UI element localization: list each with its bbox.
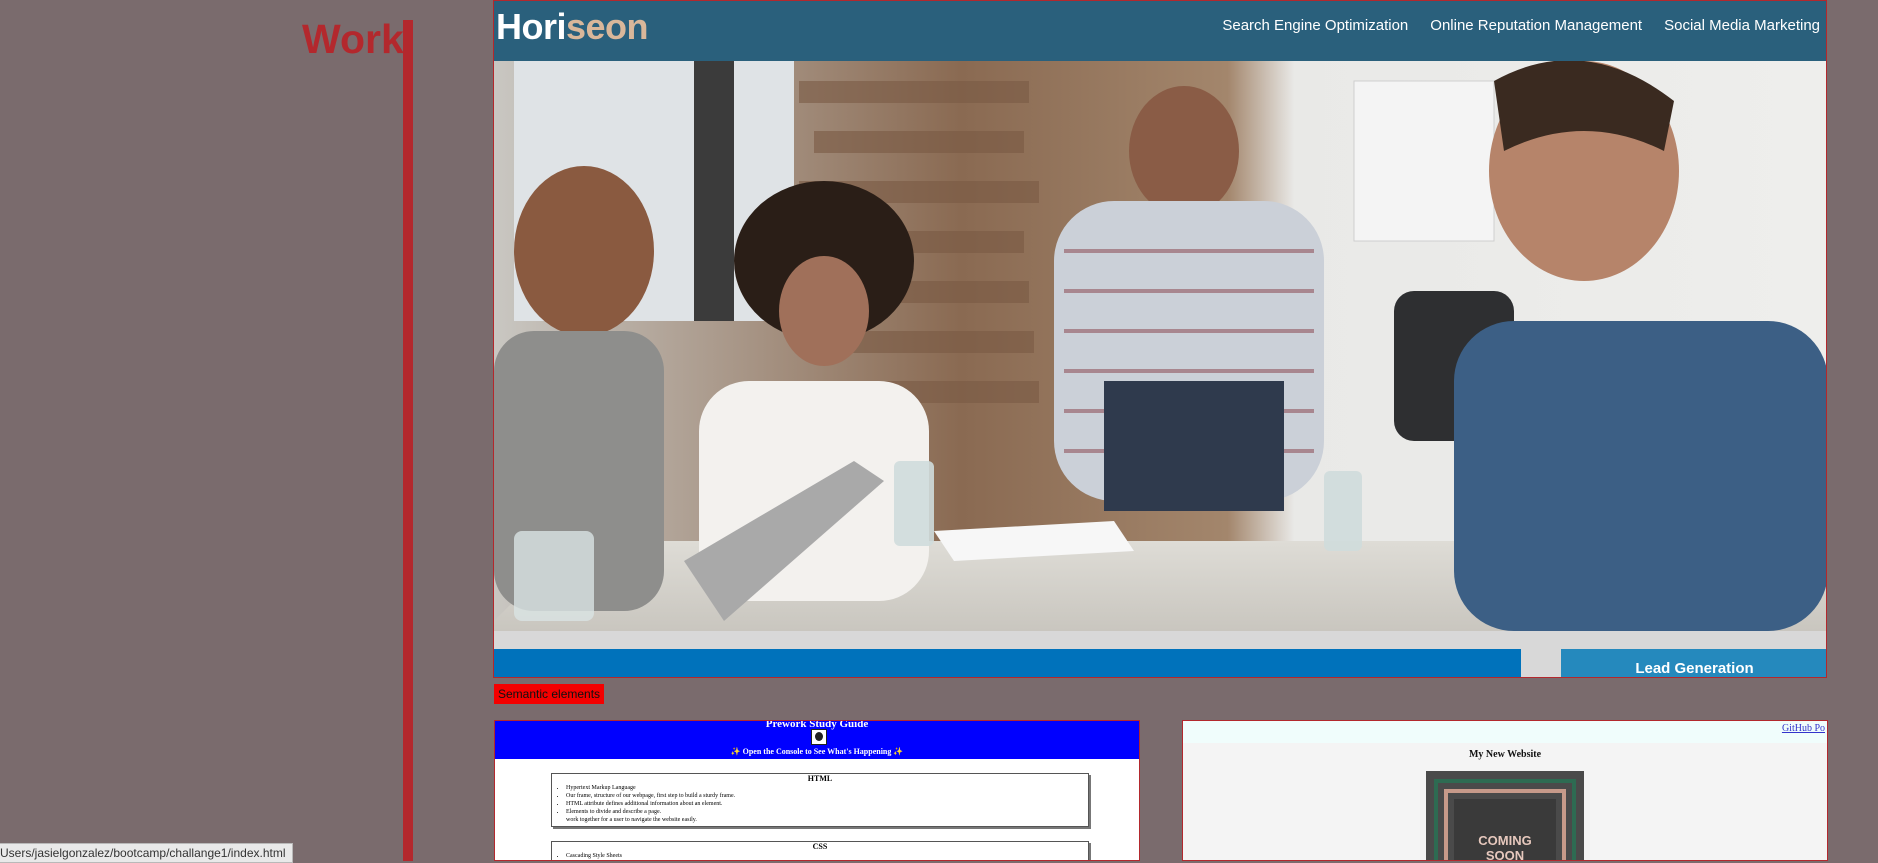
blue-strip	[494, 649, 1521, 677]
list-item: Cascading Style Sheets	[566, 852, 1088, 860]
prework-header: Prework Study Guide ✨ Open the Console t…	[495, 721, 1139, 759]
lead-generation-tab[interactable]: Lead Generation	[1561, 649, 1826, 677]
github-link[interactable]: GitHub Po	[1782, 723, 1825, 734]
nav-reputation[interactable]: Online Reputation Management	[1430, 17, 1642, 34]
html-heading: HTML	[807, 774, 833, 783]
section-title: Work	[302, 16, 404, 62]
horiseon-nav: Search Engine Optimization Online Reputa…	[1222, 17, 1820, 34]
hero-photo-meeting	[494, 61, 1826, 631]
html-section: HTML Hypertext Markup Language Our frame…	[551, 773, 1089, 827]
project-caption[interactable]: Semantic elements	[494, 684, 605, 704]
new-website-project-preview[interactable]: GitHub Po My New Website COMING SOON	[1182, 720, 1828, 861]
browser-status-bar: Users/jasielgonzalez/bootcamp/challange1…	[0, 843, 293, 863]
list-item: Hypertext Markup Language	[566, 784, 1088, 792]
list-item: Our frame, structure of our webpage, fir…	[566, 792, 1088, 800]
avatar-icon	[811, 729, 827, 745]
new-website-topbar: GitHub Po	[1183, 721, 1827, 743]
list-item: Elements to divide and describe a page.	[566, 808, 1088, 816]
sign-line-2: SOON	[1485, 848, 1525, 861]
list-item: work together for a user to navigate the…	[566, 817, 697, 823]
prework-subtitle: ✨ Open the Console to See What's Happeni…	[730, 747, 904, 756]
new-website-title: My New Website	[1468, 749, 1542, 760]
section-divider-bar	[403, 20, 413, 861]
hero-image	[494, 61, 1826, 631]
featured-project-preview[interactable]: Horiseon Search Engine Optimization Onli…	[493, 0, 1827, 678]
nav-social[interactable]: Social Media Marketing	[1664, 17, 1820, 34]
nav-seo[interactable]: Search Engine Optimization	[1222, 17, 1408, 34]
list-item: HTML attribute defines additional inform…	[566, 800, 1088, 808]
css-heading: CSS	[812, 842, 828, 851]
horiseon-logo[interactable]: Horiseon	[496, 6, 649, 48]
css-section: CSS Cascading Style Sheets	[551, 841, 1089, 860]
horiseon-header: Horiseon Search Engine Optimization Onli…	[494, 1, 1826, 61]
prework-project-preview[interactable]: Prework Study Guide ✨ Open the Console t…	[494, 720, 1140, 861]
coming-soon-sign: COMING SOON	[1426, 771, 1584, 861]
sign-line-1: COMING	[1478, 833, 1532, 848]
